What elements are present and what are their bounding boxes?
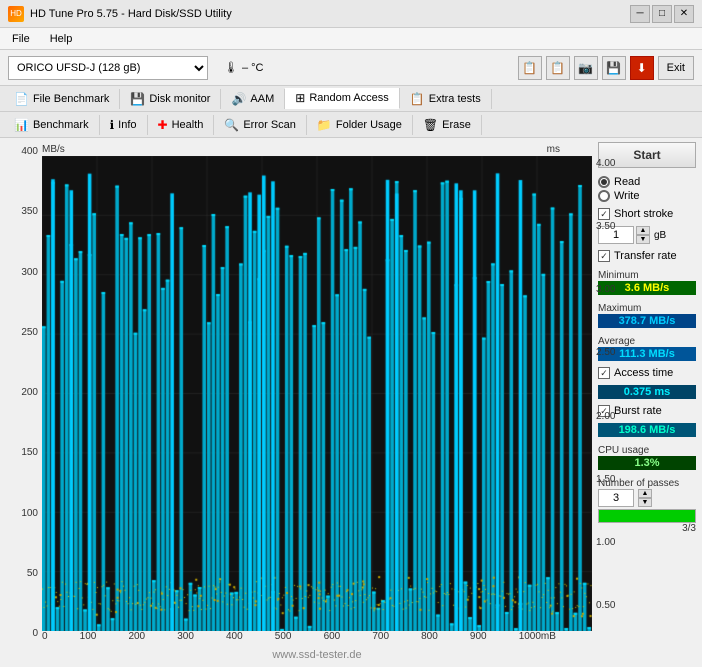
window-controls: ─ □ ✕	[630, 5, 694, 23]
passes-spin-down[interactable]: ▼	[638, 498, 652, 507]
exit-button[interactable]: Exit	[658, 56, 694, 80]
short-stroke-spin-buttons: ▲ ▼	[636, 226, 650, 244]
temp-value: – °C	[242, 62, 264, 74]
error-scan-icon: 🔍	[224, 118, 239, 132]
menu-bar: File Help	[0, 28, 702, 50]
drive-select[interactable]: ORICO UFSD-J (128 gB)	[8, 56, 208, 80]
tab-folder-usage[interactable]: 📁 Folder Usage	[307, 115, 413, 135]
watermark: www.ssd-tester.de	[42, 649, 592, 663]
toolbar-icons: 📋 📋 📷 💾 ⬇ Exit	[518, 56, 694, 80]
tab-bar-2: 📊 Benchmark ℹ Info ✚ Health 🔍 Error Scan…	[0, 112, 702, 138]
tab-file-benchmark[interactable]: 📄 File Benchmark	[4, 89, 120, 109]
disk-monitor-icon: 💾	[130, 92, 145, 106]
extra-tests-icon: 📋	[410, 92, 425, 106]
toolbar-btn-1[interactable]: 📋	[518, 56, 542, 80]
y-axis-left: 400 350 300 250 200 150 100 50 0	[4, 142, 42, 663]
tab-benchmark[interactable]: 📊 Benchmark	[4, 115, 100, 135]
y-axis-right: 4.00 3.50 3.00 2.50 2.00 1.50 1.00 0.50	[592, 156, 619, 631]
toolbar-btn-5[interactable]: ⬇	[630, 56, 654, 80]
short-stroke-unit: gB	[654, 230, 666, 241]
x-axis: 0 100 200 300 400 500 600 700 800 900 10…	[42, 631, 592, 649]
main-content: 400 350 300 250 200 150 100 50 0 MB/s ms	[0, 138, 702, 667]
minimize-button[interactable]: ─	[630, 5, 650, 23]
menu-help[interactable]: Help	[46, 31, 77, 47]
title-bar: HD HD Tune Pro 5.75 - Hard Disk/SSD Util…	[0, 0, 702, 28]
benchmark-icon: 📊	[14, 118, 29, 132]
temp-icon: 🌡	[224, 61, 238, 74]
tab-erase[interactable]: 🗑 Erase	[413, 115, 482, 135]
toolbar-btn-4[interactable]: 💾	[602, 56, 626, 80]
short-stroke-spin-up[interactable]: ▲	[636, 226, 650, 235]
tab-random-access[interactable]: ⊞ Random Access	[285, 88, 400, 109]
toolbar-btn-3[interactable]: 📷	[574, 56, 598, 80]
file-benchmark-icon: 📄	[14, 92, 29, 106]
maximize-button[interactable]: □	[652, 5, 672, 23]
tab-bar-1: 📄 File Benchmark 💾 Disk monitor 🔊 AAM ⊞ …	[0, 86, 702, 112]
app-icon: HD	[8, 6, 24, 22]
menu-file[interactable]: File	[8, 31, 34, 47]
passes-spin-buttons: ▲ ▼	[638, 489, 652, 507]
benchmark-chart	[42, 156, 592, 631]
erase-icon: 🗑	[423, 118, 438, 132]
right-unit-label: ms	[547, 144, 560, 155]
aam-icon: 🔊	[231, 92, 246, 106]
folder-usage-icon: 📁	[317, 118, 332, 132]
tab-error-scan[interactable]: 🔍 Error Scan	[214, 115, 307, 135]
close-button[interactable]: ✕	[674, 5, 694, 23]
random-access-icon: ⊞	[295, 91, 305, 105]
health-icon: ✚	[158, 118, 168, 132]
tab-disk-monitor[interactable]: 💾 Disk monitor	[120, 89, 221, 109]
tab-extra-tests[interactable]: 📋 Extra tests	[400, 89, 492, 109]
temp-display: 🌡 – °C	[224, 61, 264, 74]
info-icon: ℹ	[110, 118, 115, 132]
app-title: HD Tune Pro 5.75 - Hard Disk/SSD Utility	[30, 8, 232, 20]
tab-info[interactable]: ℹ Info	[100, 115, 148, 135]
toolbar-btn-2[interactable]: 📋	[546, 56, 570, 80]
short-stroke-spin-down[interactable]: ▼	[636, 235, 650, 244]
chart-wrapper: 400 350 300 250 200 150 100 50 0 MB/s ms	[4, 142, 592, 663]
toolbar: ORICO UFSD-J (128 gB) 🌡 – °C 📋 📋 📷 💾 ⬇ E…	[0, 50, 702, 86]
tab-health[interactable]: ✚ Health	[148, 115, 215, 135]
axis-units: MB/s ms	[42, 142, 592, 156]
left-unit-label: MB/s	[42, 144, 65, 155]
passes-spin-up[interactable]: ▲	[638, 489, 652, 498]
tab-aam[interactable]: 🔊 AAM	[221, 89, 285, 109]
